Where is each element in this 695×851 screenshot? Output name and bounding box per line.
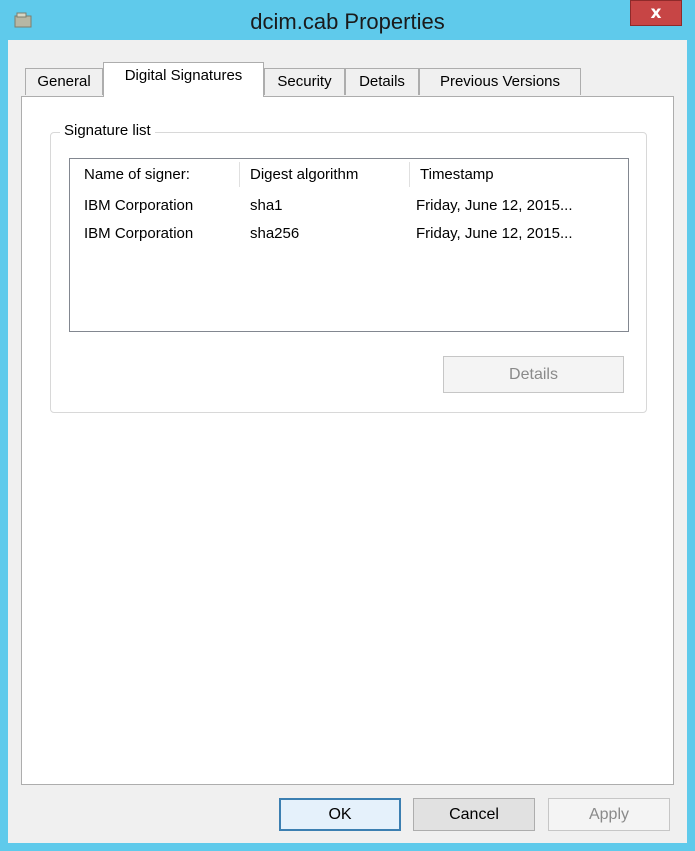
close-icon: x (650, 3, 662, 23)
signature-row[interactable]: IBM Corporation sha256 Friday, June 12, … (70, 221, 626, 247)
tab-security[interactable]: Security (264, 68, 345, 95)
apply-button[interactable]: Apply (548, 798, 670, 831)
tab-label: General (37, 73, 91, 90)
timestamp: Friday, June 12, 2015... (416, 197, 573, 214)
listview-header: Name of signer: Digest algorithm Timesta… (74, 162, 618, 187)
digest-algorithm: sha1 (250, 197, 283, 214)
tab-label: Previous Versions (439, 73, 561, 90)
signature-row[interactable]: IBM Corporation sha1 Friday, June 12, 20… (70, 193, 626, 219)
window-title: dcim.cab Properties (250, 9, 445, 34)
tab-previous-versions[interactable]: Previous Versions (419, 68, 581, 95)
tab-digital-signatures[interactable]: Digital Signatures (103, 62, 264, 97)
signature-listview[interactable]: Name of signer: Digest algorithm Timesta… (69, 158, 629, 332)
title-bar[interactable]: dcim.cab Properties x (0, 0, 695, 40)
timestamp: Friday, June 12, 2015... (416, 225, 573, 242)
signer-name: IBM Corporation (84, 197, 194, 214)
tab-label: Security (277, 73, 332, 90)
ok-button[interactable]: OK (279, 798, 401, 831)
tab-label: Digital Signatures (124, 67, 243, 84)
tab-details[interactable]: Details (345, 68, 419, 95)
tab-label: Details (359, 73, 405, 90)
column-header-timestamp[interactable]: Timestamp (410, 162, 618, 187)
signer-name: IBM Corporation (84, 225, 194, 242)
signature-list-label: Signature list (60, 122, 155, 139)
digest-algorithm: sha256 (250, 225, 300, 242)
cancel-button[interactable]: Cancel (413, 798, 535, 831)
column-header-signer[interactable]: Name of signer: (74, 162, 240, 187)
tab-general[interactable]: General (25, 68, 103, 95)
details-button[interactable]: Details (443, 356, 624, 393)
close-button[interactable]: x (630, 0, 682, 26)
column-header-digest[interactable]: Digest algorithm (240, 162, 410, 187)
